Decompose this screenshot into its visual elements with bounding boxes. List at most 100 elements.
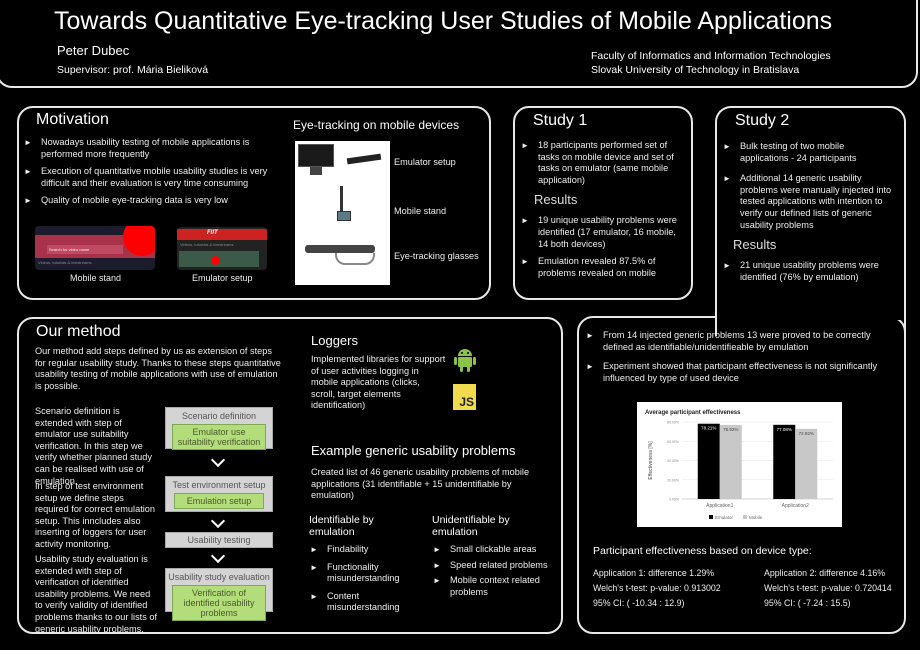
bullet: Nowadays usability testing of mobile app… xyxy=(24,137,289,160)
legend-swatch xyxy=(709,515,713,519)
method-paragraph: In step of test environment setup we def… xyxy=(35,481,156,549)
unidentifiable-list: Small clickable areas Speed related prob… xyxy=(433,544,558,604)
devices-title: Eye-tracking on mobile devices xyxy=(293,118,460,132)
step-extension: Verification of identified usability pro… xyxy=(172,585,266,621)
search-field-image: Search for video name xyxy=(47,245,123,254)
study2-content: Bulk testing of two mobile applications … xyxy=(723,141,893,289)
bar xyxy=(719,424,742,499)
bullet: Emulation revealed 87.5% of problems rev… xyxy=(521,256,683,279)
motivation-bullets: Nowadays usability testing of mobile app… xyxy=(24,137,289,213)
image-caption: Emulator setup xyxy=(192,273,253,283)
monitor-icon xyxy=(298,144,334,167)
device-label: Emulator setup xyxy=(394,157,456,167)
bullet: Experiment showed that participant effec… xyxy=(586,361,886,384)
y-tick-label: 0.00% xyxy=(669,498,679,502)
bullet: 18 participants performed set of tasks o… xyxy=(521,140,683,186)
effectiveness-chart: Average participant effectiveness 0.00% 20… xyxy=(637,402,842,527)
study2-results-title: Results xyxy=(733,237,777,253)
app1-difference: Application 1: difference 1.29% xyxy=(593,568,715,578)
loggers-text: Implemented libraries for support of use… xyxy=(311,354,446,411)
x-tick-label: Application1 xyxy=(706,503,733,509)
poster-title: Towards Quantitative Eye-tracking User S… xyxy=(54,7,833,35)
mobile-stand-image: Search for video name Videos, tutorials … xyxy=(35,226,155,270)
unidentifiable-title: Unidentifiable by emulation xyxy=(432,514,510,538)
bullet: 19 unique usability problems were identi… xyxy=(521,215,683,250)
app2-ci: 95% CI: ( -7.24 : 15.5) xyxy=(764,598,851,608)
author: Peter Dubec xyxy=(57,43,130,58)
motivation-title: Motivation xyxy=(36,111,109,128)
study1-title: Study 1 xyxy=(533,112,588,129)
y-tick-label: 80.00% xyxy=(667,421,679,425)
bullet: Small clickable areas xyxy=(433,544,558,556)
app2-pvalue: Welch's t-test: p-value: 0.720414 xyxy=(764,583,892,593)
eye-tracker-bar-icon xyxy=(346,153,382,165)
tab-text: Videos, tutorials & livestreams xyxy=(38,260,92,265)
emulator-setup-image: FIIT Videos, tutorials & livestreams xyxy=(177,227,267,270)
android-icon xyxy=(453,346,477,372)
glasses-icon xyxy=(305,245,375,253)
y-tick-label: 40.00% xyxy=(667,459,679,463)
fiit-logo: FIIT xyxy=(207,230,218,236)
tab-text: Videos, tutorials & livestreams xyxy=(180,242,234,247)
bullet: Content misunderstanding xyxy=(310,591,410,614)
method-paragraph: Usability study evaluation is extended w… xyxy=(35,554,158,634)
x-tick-label: Application2 xyxy=(782,503,809,509)
data-label: 72.92% xyxy=(799,431,814,436)
app2-difference: Application 2: difference 4.16% xyxy=(764,568,886,578)
bar xyxy=(773,424,796,499)
chart-title: Average participant effectiveness xyxy=(645,410,741,416)
step-extension: Emulation setup xyxy=(174,493,264,509)
chart-svg: Average participant effectiveness 0.00% 20… xyxy=(645,410,833,520)
study2-content-lower: From 14 injected generic problems 13 wer… xyxy=(586,330,886,390)
legend-label: Mobile xyxy=(749,515,763,520)
app1-stats: Application 1: difference 1.29% Welch's … xyxy=(593,566,721,611)
y-axis-label: Effectiveness [%] xyxy=(648,441,654,480)
problems-text: Created list of 46 generic usability pro… xyxy=(311,467,530,501)
device-label: Eye-tracking glasses xyxy=(394,251,479,261)
legend-swatch xyxy=(743,515,747,519)
study1-results-title: Results xyxy=(534,192,578,208)
bullet: Execution of quantitative mobile usabili… xyxy=(24,166,289,189)
supervisor: Supervisor: prof. Mária Bieliková xyxy=(57,64,209,76)
identifiable-list: Findability Functionality misunderstandi… xyxy=(310,544,410,620)
effectiveness-title: Participant effectiveness based on devic… xyxy=(593,545,812,557)
step-test-environment-setup: Test environment setup Emulation setup xyxy=(165,476,273,512)
step-usability-study-evaluation: Usability study evaluation Verification … xyxy=(165,568,273,621)
bullet: Functionality misunderstanding xyxy=(310,562,410,585)
bullet: From 14 injected generic problems 13 wer… xyxy=(586,330,886,353)
image-caption: Mobile stand xyxy=(70,273,122,283)
method-paragraph: Scenario definition is extended with ste… xyxy=(35,406,152,486)
university: Slovak University of Technology in Brati… xyxy=(591,64,800,76)
data-label: 76.92% xyxy=(723,427,738,432)
study2-title: Study 2 xyxy=(735,112,790,129)
step-scenario-definition: Scenario definition Emulator use suitabi… xyxy=(165,407,273,450)
bullet: Bulk testing of two mobile applications … xyxy=(723,141,893,164)
app2-stats: Application 2: difference 4.16% Welch's … xyxy=(764,566,892,611)
bar xyxy=(795,428,818,499)
method-intro: Our method add steps defined by us as ex… xyxy=(35,346,281,391)
y-tick-label: 20.00% xyxy=(667,478,679,482)
y-tick-label: 60.00% xyxy=(667,440,679,444)
step-usability-testing: Usability testing xyxy=(165,532,273,548)
loggers-title: Loggers xyxy=(311,333,358,348)
javascript-icon: JS xyxy=(453,384,476,410)
bullet: 21 unique usability problems were identi… xyxy=(723,260,893,283)
legend-label: Emulator xyxy=(715,515,734,520)
method-title: Our method xyxy=(36,323,121,340)
step-extension: Emulator use suitability verification xyxy=(172,424,266,450)
gaze-point-icon xyxy=(211,256,220,265)
app1-pvalue: Welch's t-test: p-value: 0.913002 xyxy=(593,583,721,593)
faculty: Faculty of Informatics and Information T… xyxy=(591,50,831,62)
bullet: Findability xyxy=(310,544,410,556)
bullet: Mobile context related problems xyxy=(433,575,558,598)
bullet: Quality of mobile eye-tracking data is v… xyxy=(24,195,289,207)
devices-image xyxy=(295,141,390,285)
data-label: 77.08% xyxy=(777,427,792,432)
identifiable-title: Identifiable by emulation xyxy=(309,514,374,538)
study1-content: 18 participants performed set of tasks o… xyxy=(521,140,683,285)
bullet: Additional 14 generic usability problems… xyxy=(723,173,893,231)
data-label: 78.21% xyxy=(701,426,716,431)
device-label: Mobile stand xyxy=(394,206,447,216)
app1-ci: 95% CI: ( -10.34 : 12.9) xyxy=(593,598,685,608)
bullet: Speed related problems xyxy=(433,560,558,572)
